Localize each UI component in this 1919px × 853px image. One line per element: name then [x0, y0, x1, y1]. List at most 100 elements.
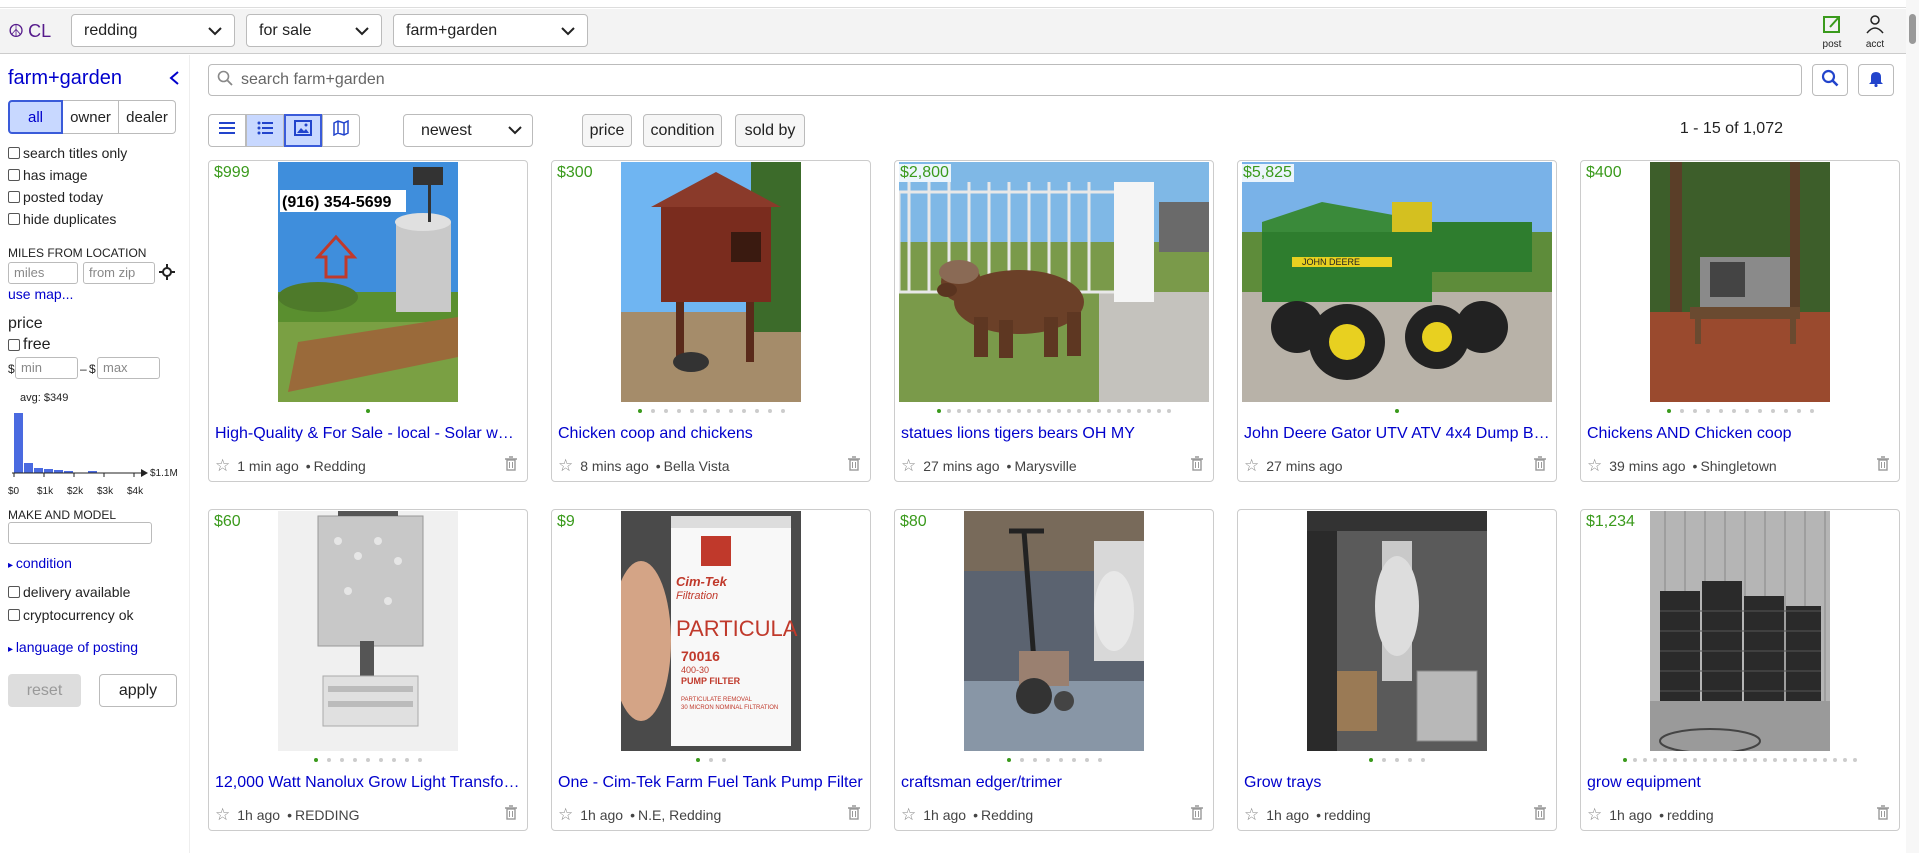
- star-icon[interactable]: ☆: [901, 805, 916, 825]
- hide-duplicates-checkbox[interactable]: hide duplicates: [8, 211, 116, 227]
- zip-input[interactable]: from zip: [83, 262, 155, 284]
- make-model-input[interactable]: [8, 522, 152, 544]
- sort-dropdown[interactable]: newest: [403, 114, 533, 147]
- image-dot[interactable]: [327, 758, 331, 762]
- listing-card[interactable]: $1,234 grow equipment ☆ 1h ago • redding: [1580, 509, 1900, 831]
- image-dot[interactable]: [728, 409, 733, 413]
- listing-card[interactable]: $5,825 JOHN DEERE John Deere Gator UTV A…: [1237, 160, 1557, 482]
- image-dot[interactable]: [1382, 758, 1386, 762]
- checkbox[interactable]: [8, 586, 20, 598]
- image-dot[interactable]: [1045, 758, 1050, 762]
- listing-image[interactable]: [1650, 162, 1830, 402]
- scrollbar-thumb[interactable]: [1909, 14, 1916, 44]
- image-dot[interactable]: [1783, 409, 1788, 413]
- image-dot[interactable]: [1718, 409, 1723, 413]
- image-dot[interactable]: [947, 409, 951, 413]
- image-dot[interactable]: [1753, 758, 1757, 762]
- listing-card[interactable]: $2,800 statues lions tigers bears OH MY …: [894, 160, 1214, 482]
- image-dot[interactable]: [1058, 758, 1063, 762]
- image-dot[interactable]: [1723, 758, 1727, 762]
- image-dot[interactable]: [1853, 758, 1857, 762]
- free-checkbox[interactable]: free: [8, 336, 51, 354]
- star-icon[interactable]: ☆: [1244, 805, 1259, 825]
- listing-title[interactable]: Grow trays: [1244, 774, 1550, 792]
- image-dot[interactable]: [392, 758, 396, 762]
- image-dot[interactable]: [314, 758, 318, 762]
- star-icon[interactable]: ☆: [558, 805, 573, 825]
- map-view-button[interactable]: [322, 114, 360, 147]
- image-dot[interactable]: [1623, 758, 1627, 762]
- checkbox[interactable]: [8, 191, 20, 203]
- image-dot[interactable]: [937, 409, 941, 413]
- gallery-view-button[interactable]: [284, 114, 322, 147]
- location-dropdown[interactable]: redding: [71, 14, 235, 47]
- crypto-checkbox[interactable]: cryptocurrency ok: [8, 607, 133, 623]
- image-dot[interactable]: [1809, 409, 1814, 413]
- language-link[interactable]: ▸ language of posting: [8, 639, 138, 655]
- listing-image[interactable]: Cim-Tek Filtration PARTICULA 70016 400-30 PUM…: [621, 511, 801, 751]
- image-dot[interactable]: [1395, 758, 1399, 762]
- image-dot[interactable]: [754, 409, 759, 413]
- image-dot[interactable]: [702, 409, 707, 413]
- listing-title[interactable]: grow equipment: [1587, 774, 1893, 792]
- image-dot[interactable]: [1117, 409, 1121, 413]
- listing-card[interactable]: $9 Cim-Tek Filtration PARTICULA 70016 400-30…: [551, 509, 871, 831]
- image-dot[interactable]: [1077, 409, 1081, 413]
- image-dot[interactable]: [1796, 409, 1801, 413]
- image-dot[interactable]: [1097, 409, 1101, 413]
- image-dot[interactable]: [1071, 758, 1076, 762]
- post-button[interactable]: post: [1812, 14, 1852, 50]
- miles-input[interactable]: miles: [8, 262, 78, 284]
- image-dot[interactable]: [1097, 758, 1102, 762]
- listing-card[interactable]: Grow trays ☆ 1h ago • redding: [1237, 509, 1557, 831]
- image-dot[interactable]: [957, 409, 961, 413]
- image-dot[interactable]: [1793, 758, 1797, 762]
- seg-dealer[interactable]: dealer: [119, 100, 176, 134]
- checkbox[interactable]: [8, 213, 20, 225]
- listing-image[interactable]: [1307, 511, 1487, 751]
- listing-card[interactable]: $300 Chicken coop and chickens ☆ 8 mins …: [551, 160, 871, 482]
- image-dot[interactable]: [1157, 409, 1161, 413]
- image-dot[interactable]: [1823, 758, 1827, 762]
- reset-button[interactable]: reset: [8, 674, 81, 707]
- image-dot[interactable]: [366, 409, 370, 413]
- image-dot[interactable]: [1047, 409, 1051, 413]
- image-dot[interactable]: [1731, 409, 1736, 413]
- image-dot[interactable]: [650, 409, 655, 413]
- image-dot[interactable]: [709, 758, 713, 762]
- image-dot[interactable]: [1653, 758, 1657, 762]
- list-view-button[interactable]: [208, 114, 246, 147]
- trash-icon[interactable]: [1191, 805, 1203, 825]
- trash-icon[interactable]: [1191, 456, 1203, 476]
- listing-title[interactable]: High-Quality & For Sale - local - Solar …: [215, 425, 521, 443]
- image-dot[interactable]: [1663, 758, 1667, 762]
- image-dot[interactable]: [1713, 758, 1717, 762]
- image-dot[interactable]: [1773, 758, 1777, 762]
- image-dot[interactable]: [1692, 409, 1697, 413]
- trash-icon[interactable]: [848, 805, 860, 825]
- trash-icon[interactable]: [1534, 805, 1546, 825]
- trash-icon[interactable]: [1877, 456, 1889, 476]
- image-dot[interactable]: [1032, 758, 1037, 762]
- image-dot[interactable]: [1843, 758, 1847, 762]
- listing-title[interactable]: 12,000 Watt Nanolux Grow Light Transform…: [215, 774, 521, 792]
- star-icon[interactable]: ☆: [215, 805, 230, 825]
- image-dot[interactable]: [1683, 758, 1687, 762]
- seg-all[interactable]: all: [8, 100, 63, 134]
- star-icon[interactable]: ☆: [1587, 805, 1602, 825]
- image-dot[interactable]: [689, 409, 694, 413]
- search-bar[interactable]: search farm+garden: [208, 64, 1802, 96]
- listing-image[interactable]: [964, 511, 1144, 751]
- trash-icon[interactable]: [848, 456, 860, 476]
- search-button[interactable]: [1812, 64, 1848, 96]
- preview-view-button[interactable]: [246, 114, 284, 147]
- listing-card[interactable]: $999 (916) 354-5699 High-Quality & For S…: [208, 160, 528, 482]
- image-dot[interactable]: [676, 409, 681, 413]
- image-dot[interactable]: [1763, 758, 1767, 762]
- image-dot[interactable]: [1408, 758, 1412, 762]
- image-dot[interactable]: [1666, 409, 1671, 413]
- star-icon[interactable]: ☆: [1587, 456, 1602, 476]
- listing-title[interactable]: Chickens AND Chicken coop: [1587, 425, 1893, 443]
- image-dot[interactable]: [1067, 409, 1071, 413]
- listing-image[interactable]: [278, 511, 458, 751]
